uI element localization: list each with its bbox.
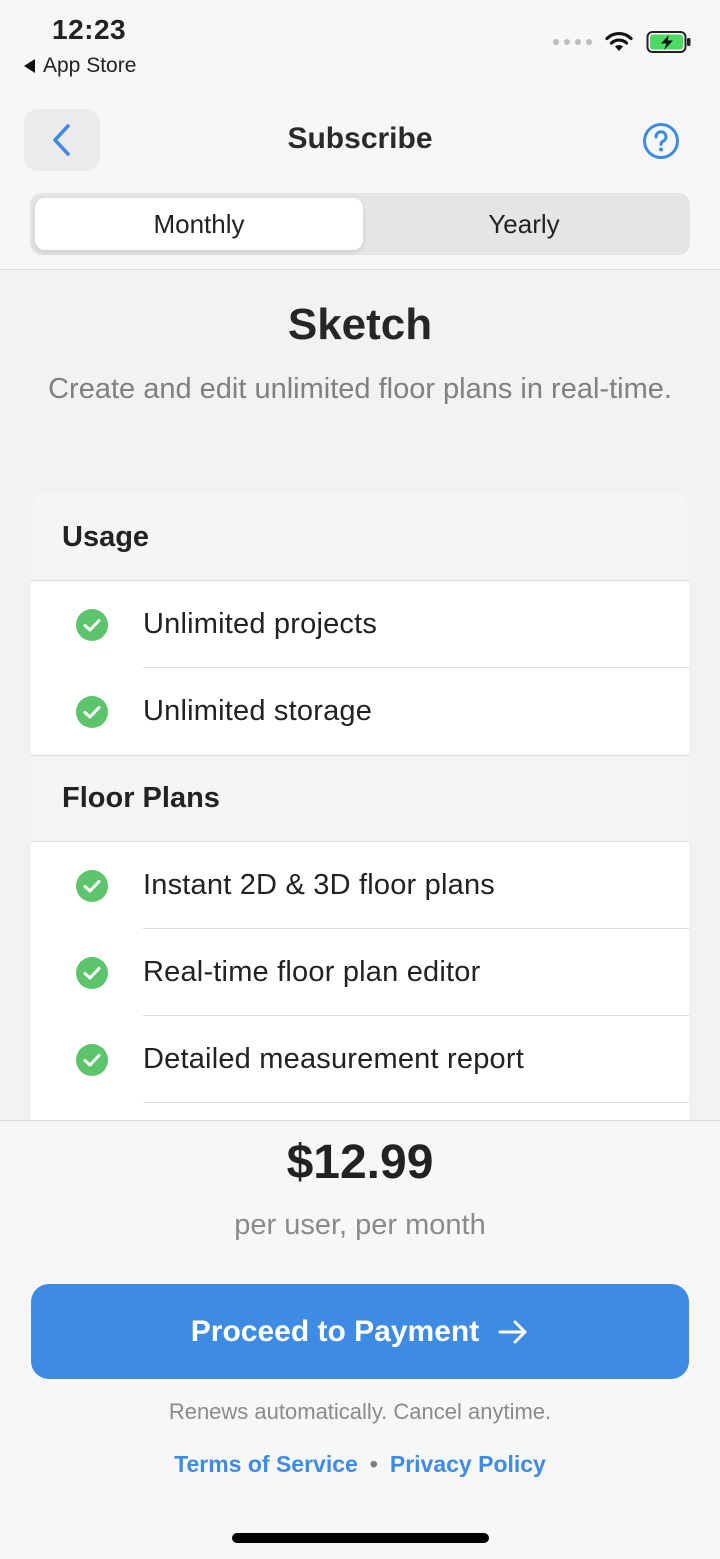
- feature-label: Detailed measurement report: [143, 1043, 524, 1075]
- feature-item: Instant 2D & 3D floor plans: [31, 842, 689, 929]
- feature-item: Unlimited storage: [31, 668, 689, 755]
- feature-label: Unlimited storage: [143, 695, 373, 727]
- wifi-icon: [605, 31, 633, 51]
- price-period: per user, per month: [234, 1209, 486, 1241]
- checkout-panel: $12.99 per user, per month Proceed to Pa…: [0, 1120, 720, 1559]
- feature-item: Unlimited projects: [31, 581, 689, 668]
- navigation-bar: Subscribe: [0, 100, 720, 180]
- plan-name: Sketch: [287, 300, 433, 349]
- feature-item: Real-time floor plan editor: [31, 929, 689, 1016]
- privacy-policy-link[interactable]: Privacy Policy: [390, 1451, 546, 1478]
- tab-monthly[interactable]: Monthly: [35, 198, 363, 250]
- terms-of-service-link[interactable]: Terms of Service: [174, 1451, 358, 1478]
- billing-period-toggle: Monthly Yearly: [30, 193, 690, 255]
- check-circle-icon: [76, 870, 108, 902]
- status-time: 12:23: [52, 14, 127, 45]
- plan-description: Create and edit unlimited floor plans in…: [48, 373, 672, 405]
- question-circle-icon[interactable]: [642, 122, 680, 160]
- back-app-label: App Store: [43, 54, 137, 77]
- check-circle-icon: [76, 957, 108, 989]
- section-header-floor-plans: Floor Plans: [31, 755, 689, 842]
- home-indicator[interactable]: [232, 1533, 489, 1543]
- feature-label: Real-time floor plan editor: [143, 956, 481, 988]
- page-title: Subscribe: [287, 122, 433, 155]
- signal-dots-icon: [553, 39, 592, 45]
- check-circle-icon: [76, 609, 108, 641]
- feature-label: Unlimited projects: [143, 608, 378, 640]
- price: $12.99: [286, 1136, 434, 1189]
- feature-label: Instant 2D & 3D floor plans: [143, 869, 495, 901]
- proceed-to-payment-button[interactable]: Proceed to Payment: [31, 1284, 689, 1379]
- divider: [143, 1102, 689, 1103]
- legal-separator: •: [369, 1451, 378, 1477]
- check-circle-icon: [76, 1044, 108, 1076]
- feature-item: Detailed measurement report: [31, 1016, 689, 1103]
- arrow-right-icon: [498, 1320, 527, 1343]
- features-card: Usage Unlimited projects Unlimited stora…: [31, 494, 689, 1134]
- status-bar: 12:23 App Store: [0, 0, 720, 90]
- back-triangle-icon: [24, 59, 35, 73]
- section-header-usage: Usage: [31, 494, 689, 581]
- status-icons: [553, 30, 692, 54]
- battery-charging-icon: [646, 31, 691, 53]
- tab-yearly[interactable]: Yearly: [360, 198, 688, 250]
- renewal-note: Renews automatically. Cancel anytime.: [168, 1399, 552, 1424]
- back-to-app-store[interactable]: App Store: [24, 54, 136, 78]
- cta-label: Proceed to Payment: [190, 1314, 480, 1348]
- legal-links: Terms of Service • Privacy Policy: [0, 1451, 720, 1478]
- check-circle-icon: [76, 696, 108, 728]
